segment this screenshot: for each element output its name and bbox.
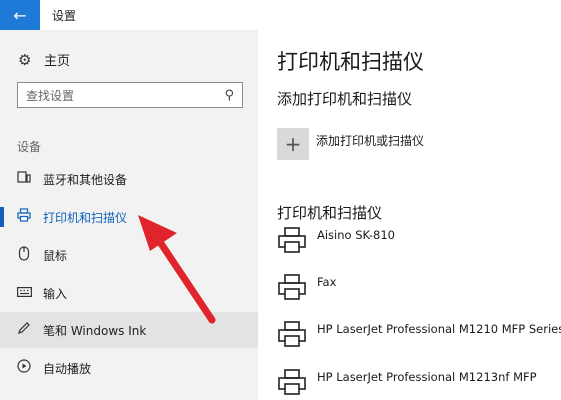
sidebar-item-label: 蓝牙和其他设备 [43,172,128,187]
gear-icon: ⚙ [18,50,32,69]
sidebar-item-bluetooth[interactable]: 蓝牙和其他设备 [0,161,258,197]
list-item[interactable]: HP LaserJet Professional M1213nf MFP [277,368,537,396]
sidebar-item-label: 主页 [44,54,71,69]
printer-name: Fax [317,275,337,289]
sidebar-item-autoplay[interactable]: 自动播放 [0,350,258,386]
add-printer-label[interactable]: 添加打印机或扫描仪 [316,132,424,149]
sidebar-item-typing[interactable]: 输入 [0,275,258,311]
printer-icon [278,274,306,300]
back-arrow-icon: ← [13,5,27,25]
printer-name: Aisino SK-810 [317,228,395,242]
window-title: 设置 [52,9,77,23]
sidebar: ⚙ 主页 查找设置 ⚲ 设备 蓝牙和其他设备 打印机和扫描仪 鼠标 输入 笔和 … [0,30,258,400]
list-item[interactable]: Aisino SK-810 [277,226,395,254]
sidebar-item-label: 鼠标 [43,248,68,263]
search-input[interactable]: 查找设置 ⚲ [17,82,243,108]
sidebar-item-printers[interactable]: 打印机和扫描仪 [0,199,258,235]
sidebar-item-pen[interactable]: 笔和 Windows Ink [0,312,258,348]
printer-name: HP LaserJet Professional M1210 MFP Serie… [317,322,561,336]
sidebar-item-label: 笔和 Windows Ink [43,323,147,338]
selected-indicator [0,207,4,227]
printer-list-title: 打印机和扫描仪 [277,204,383,222]
section-heading: 设备 [17,140,42,154]
printer-icon [278,227,306,253]
main-content: 打印机和扫描仪 添加打印机和扫描仪 + 添加打印机或扫描仪 打印机和扫描仪 Ai… [258,30,561,400]
autoplay-icon [15,359,33,377]
sidebar-item-mouse[interactable]: 鼠标 [0,237,258,273]
list-item[interactable]: HP LaserJet Professional M1210 MFP Serie… [277,320,561,348]
printer-icon [15,208,33,226]
add-printer-button[interactable]: + [277,128,309,160]
bluetooth-devices-icon [15,170,33,188]
pen-icon [15,321,33,339]
plus-icon: + [284,132,302,156]
page-title: 打印机和扫描仪 [277,50,424,74]
mouse-icon [15,245,33,265]
add-section-title: 添加打印机和扫描仪 [277,90,413,108]
list-item[interactable]: Fax [277,273,336,301]
printer-name: HP LaserJet Professional M1213nf MFP [317,370,537,384]
sidebar-item-label: 输入 [43,286,68,301]
printer-icon [278,369,306,395]
sidebar-item-label: 自动播放 [43,361,92,376]
search-placeholder: 查找设置 [26,88,75,103]
title-bar: ← 设置 [0,0,561,30]
keyboard-icon [15,285,33,301]
sidebar-item-label: 打印机和扫描仪 [43,210,128,225]
sidebar-item-home[interactable]: ⚙ 主页 [18,50,71,70]
back-button[interactable]: ← [0,0,40,30]
printer-icon [278,321,306,347]
search-icon[interactable]: ⚲ [224,88,234,103]
